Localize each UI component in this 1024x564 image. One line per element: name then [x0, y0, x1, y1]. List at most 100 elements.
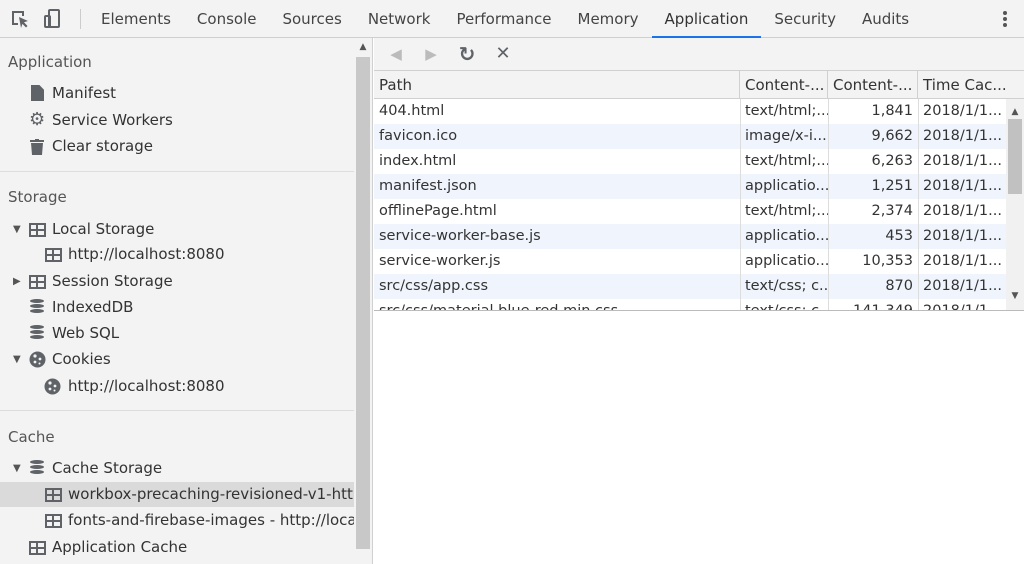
table-row[interactable]: 404.html text/html;... 1,841 2018/1/1... — [374, 99, 1006, 124]
cell-type: image/x-i... — [745, 128, 827, 144]
sidebar-item-clear-storage[interactable]: Clear storage — [0, 134, 354, 159]
cell-type: text/css; c... — [745, 303, 828, 311]
cell-length: 6,263 — [871, 153, 913, 169]
cell-length: 141,349 — [853, 303, 913, 311]
next-page-button[interactable]: ▶ — [421, 44, 441, 64]
table-header: Path Content-... Content-... Time Cac... — [374, 71, 1024, 99]
cell-time: 2018/1/1... — [923, 203, 1002, 219]
toolbar-divider — [80, 9, 81, 29]
sidebar-item-manifest[interactable]: Manifest — [0, 81, 354, 106]
cell-type: text/html;... — [745, 203, 828, 219]
sidebar-item-application-cache[interactable]: Application Cache — [0, 535, 354, 560]
device-toolbar-icon[interactable] — [42, 8, 64, 30]
cell-time: 2018/1/1... — [923, 253, 1002, 269]
cell-path: service-worker-base.js — [379, 228, 541, 244]
cell-path: offlinePage.html — [379, 203, 497, 219]
sidebar-item-session-storage[interactable]: ▶ Session Storage — [0, 269, 354, 294]
sidebar-item-web-sql[interactable]: Web SQL — [0, 321, 354, 346]
table-grid-icon — [29, 275, 46, 289]
cookie-icon — [29, 351, 46, 368]
cell-path: src/css/material.blue-red.min.css — [379, 303, 619, 311]
table-row[interactable]: offlinePage.html text/html;... 2,374 2018/1… — [374, 199, 1006, 224]
scroll-up-arrow-icon[interactable]: ▲ — [1006, 107, 1024, 117]
table-row[interactable]: manifest.json applicatio... 1,251 2018/1/1.… — [374, 174, 1006, 199]
cell-time: 2018/1/1... — [923, 103, 1002, 119]
table-row[interactable]: favicon.ico image/x-i... 9,662 2018/1/1... — [374, 124, 1006, 149]
table-grid-icon — [45, 248, 62, 262]
sidebar-item-service-workers[interactable]: ⚙ Service Workers — [0, 108, 354, 133]
sidebar-item-label: Service Workers — [52, 111, 173, 129]
delete-button[interactable]: ✕ — [493, 44, 513, 64]
refresh-button[interactable]: ↻ — [457, 44, 477, 64]
table-grid-icon — [45, 514, 62, 528]
column-header-path[interactable]: Path — [374, 71, 740, 99]
sidebar-item-label: IndexedDB — [52, 298, 134, 316]
sidebar-scrollbar-thumb[interactable] — [356, 57, 370, 549]
tab-performance[interactable]: Performance — [443, 0, 564, 38]
sidebar-item-cache-storage[interactable]: ▼ Cache Storage — [0, 456, 354, 481]
document-icon — [31, 85, 44, 101]
sidebar-item-label: http://localhost:8080 — [68, 377, 225, 395]
inspect-element-icon[interactable] — [9, 8, 31, 30]
trash-icon — [30, 138, 46, 155]
cell-time: 2018/1/1... — [923, 228, 1002, 244]
scroll-up-arrow-icon[interactable]: ▲ — [354, 42, 372, 52]
cell-length: 1,251 — [871, 178, 913, 194]
column-header-content-length[interactable]: Content-... — [828, 71, 918, 99]
gear-icon: ⚙ — [29, 109, 46, 130]
sidebar-item-cache-fonts-firebase[interactable]: fonts-and-firebase-images - http://local… — [0, 508, 354, 533]
table-scrollbar-thumb[interactable] — [1008, 119, 1022, 194]
database-icon — [30, 299, 44, 315]
table-row[interactable]: service-worker-base.js applicatio... 453 20… — [374, 224, 1006, 249]
sidebar-item-label: Cache Storage — [52, 459, 163, 477]
scroll-down-arrow-icon[interactable]: ▼ — [1006, 291, 1024, 301]
table-row[interactable]: src/css/material.blue-red.min.css text/cs… — [374, 299, 1006, 311]
table-row[interactable]: service-worker.js applicatio... 10,353 2018… — [374, 249, 1006, 274]
sidebar-item-label: Manifest — [52, 84, 117, 102]
sidebar-item-cookies[interactable]: ▼ Cookies — [0, 347, 354, 372]
sidebar-item-label: http://localhost:8080 — [68, 245, 225, 263]
cell-length: 2,374 — [871, 203, 913, 219]
cell-time: 2018/1/1... — [923, 178, 1002, 194]
sidebar-item-label: Session Storage — [52, 272, 173, 290]
more-options-icon[interactable] — [995, 9, 1015, 29]
sidebar-item-label: Local Storage — [52, 220, 155, 238]
tab-application[interactable]: Application — [651, 0, 762, 38]
database-icon — [30, 325, 44, 341]
tab-memory[interactable]: Memory — [565, 0, 652, 38]
sidebar-item-cache-workbox-precaching[interactable]: workbox-precaching-revisioned-v1-http:/ — [0, 482, 354, 507]
cell-length: 870 — [885, 278, 913, 294]
collapse-triangle-icon[interactable]: ▶ — [13, 269, 23, 294]
sidebar-item-local-storage-origin[interactable]: http://localhost:8080 — [0, 242, 354, 267]
expand-triangle-icon[interactable]: ▼ — [13, 217, 23, 242]
cell-type: text/html;... — [745, 103, 828, 119]
tab-console[interactable]: Console — [184, 0, 270, 38]
expand-triangle-icon[interactable]: ▼ — [13, 456, 23, 481]
panel-tabs: Elements Console Sources Network Performance… — [88, 0, 922, 38]
section-title-application: Application — [8, 53, 92, 71]
tab-elements[interactable]: Elements — [88, 0, 184, 38]
sidebar-item-local-storage[interactable]: ▼ Local Storage — [0, 217, 354, 242]
sidebar-item-cookies-origin[interactable]: http://localhost:8080 — [0, 374, 354, 399]
cell-type: text/css; c... — [745, 278, 828, 294]
tab-audits[interactable]: Audits — [849, 0, 922, 38]
table-row[interactable]: index.html text/html;... 6,263 2018/1/1... — [374, 149, 1006, 174]
cell-length: 10,353 — [862, 253, 913, 269]
tab-security[interactable]: Security — [761, 0, 849, 38]
expand-triangle-icon[interactable]: ▼ — [13, 347, 23, 372]
sidebar-item-indexeddb[interactable]: IndexedDB — [0, 295, 354, 320]
column-header-content-type[interactable]: Content-... — [740, 71, 828, 99]
devtools-toolbar: Elements Console Sources Network Performance… — [0, 0, 1024, 38]
sidebar-item-label: Application Cache — [52, 538, 188, 556]
tab-sources[interactable]: Sources — [269, 0, 354, 38]
cell-type: text/html;... — [745, 153, 828, 169]
cache-toolbar: ◀ ▶ ↻ ✕ — [374, 38, 1024, 71]
table-row[interactable]: src/css/app.css text/css; c... 870 2018/1/1… — [374, 274, 1006, 299]
table-grid-icon — [45, 488, 62, 502]
section-divider — [0, 410, 354, 411]
cell-length: 9,662 — [871, 128, 913, 144]
application-sidebar: Application Manifest ⚙ Service Workers C… — [0, 38, 373, 564]
previous-page-button[interactable]: ◀ — [386, 44, 406, 64]
column-header-time-cached[interactable]: Time Cac... — [918, 71, 1024, 99]
tab-network[interactable]: Network — [355, 0, 444, 38]
